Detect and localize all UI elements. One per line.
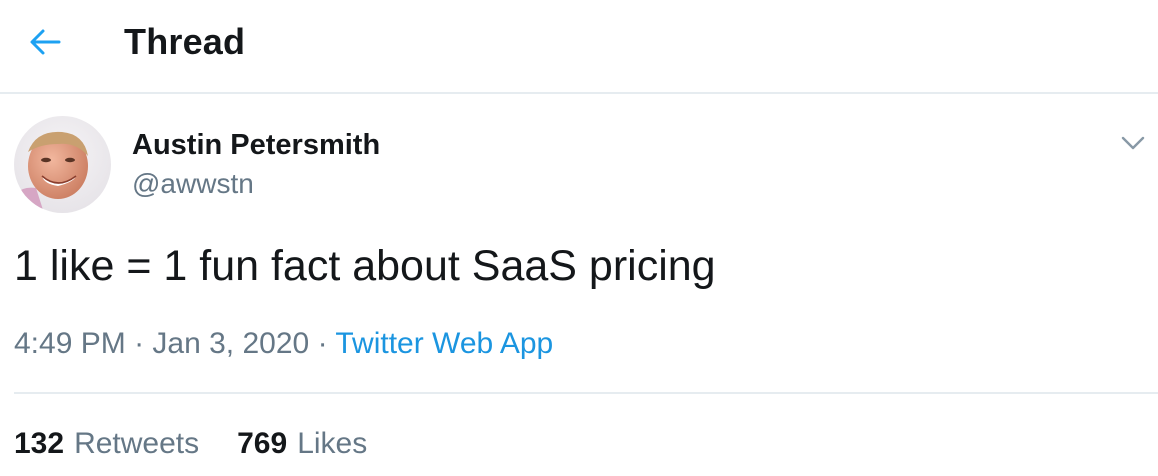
retweets-count: 132 [14, 427, 65, 460]
author-handle[interactable]: @awwstn [132, 165, 254, 203]
likes-count: 769 [237, 427, 288, 460]
author-name[interactable]: Austin Petersmith [132, 126, 380, 164]
tweet-date[interactable]: Jan 3, 2020 [152, 327, 309, 360]
likes-stat[interactable]: 769 Likes [237, 424, 367, 464]
thread-header: Thread [0, 0, 1158, 94]
divider [14, 392, 1158, 394]
arrow-left-icon [30, 29, 61, 55]
page-title: Thread [124, 21, 246, 62]
retweets-stat[interactable]: 132 Retweets [14, 424, 199, 464]
more-options-button[interactable] [1116, 126, 1150, 160]
tweet-source-link[interactable]: Twitter Web App [335, 327, 553, 360]
likes-label: Likes [297, 427, 368, 460]
user-avatar-icon [14, 116, 111, 213]
retweets-label: Retweets [74, 427, 200, 460]
tweet-time[interactable]: 4:49 PM [14, 327, 126, 360]
tweet-text: 1 like = 1 fun fact about SaaS pricing [14, 242, 716, 290]
avatar[interactable] [14, 116, 111, 213]
chevron-down-icon [1121, 136, 1145, 150]
meta-separator: · [134, 327, 145, 360]
meta-separator: · [317, 327, 328, 360]
tweet-meta: 4:49 PM · Jan 3, 2020 · Twitter Web App [14, 324, 553, 364]
tweet-stats: 132 Retweets 769 Likes [14, 424, 367, 464]
back-button[interactable] [18, 20, 72, 64]
